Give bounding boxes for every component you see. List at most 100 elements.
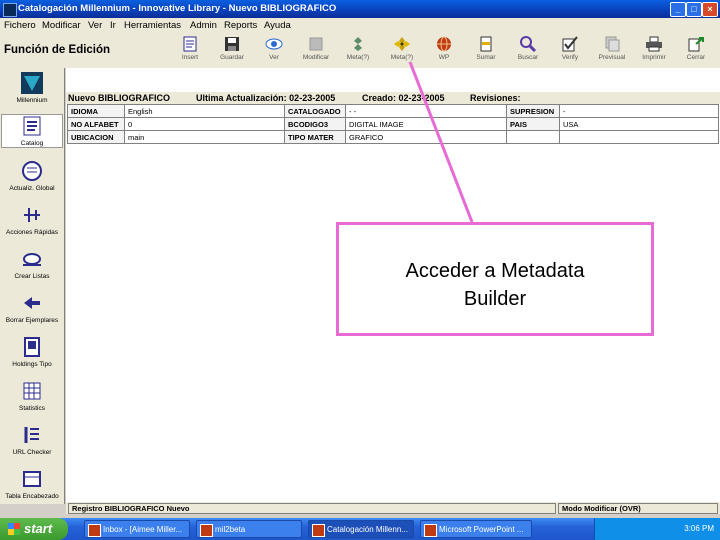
field-label: PAIS <box>506 117 560 131</box>
search-button[interactable]: Buscar <box>510 36 546 66</box>
taskbar-item-catalogacion[interactable]: Catalogación Millenn... <box>308 520 414 538</box>
field-value[interactable] <box>559 130 719 144</box>
verify-icon <box>562 36 578 52</box>
field-value[interactable]: GRAFICO <box>345 130 507 144</box>
field-label: IDIOMA <box>67 104 125 118</box>
menu-ir[interactable]: Ir <box>110 20 116 31</box>
field-value[interactable]: - <box>559 104 719 118</box>
preview-label: Previsual <box>598 54 626 61</box>
minimize-button[interactable]: _ <box>670 2 686 17</box>
sidebar-item-label: Acciones Rápidas <box>5 229 59 236</box>
insert-button[interactable]: Insert <box>172 36 208 66</box>
field-label: SUPRESION <box>506 104 560 118</box>
close-button[interactable]: × <box>702 2 718 17</box>
search-icon <box>520 36 537 52</box>
menu-admin[interactable]: Admin <box>190 20 217 31</box>
taskbar-item-inbox[interactable]: Inbox - [Aimee Miller... <box>84 520 190 538</box>
callout-box: Acceder a Metadata Builder <box>336 222 654 336</box>
task-label: Inbox - [Aimee Miller... <box>103 525 183 534</box>
taskbar-item-mil2beta[interactable]: mil2beta <box>196 520 302 538</box>
start-button[interactable]: start <box>0 518 68 540</box>
preview-icon <box>605 36 620 52</box>
function-title: Función de Edición <box>4 44 111 56</box>
sidebar-item-holdings[interactable]: Holdings Tipo <box>0 336 64 368</box>
metadata-builder-icon <box>394 37 410 51</box>
summary-icon <box>480 36 492 52</box>
callout-line-2: Builder <box>463 288 527 310</box>
url-checker-icon <box>24 427 39 443</box>
insert-label: Insert <box>181 54 199 61</box>
window-title: Catalogación Millennium - Innovative Lib… <box>18 3 337 14</box>
callout-text: Acceder a Metadata Builder <box>339 257 651 313</box>
sidebar-item-create-lists[interactable]: Crear Listas <box>0 248 64 280</box>
sidebar-item-delete-items[interactable]: Borrar Ejemplares <box>0 292 64 324</box>
title-bar[interactable]: Catalogación Millennium - Innovative Lib… <box>0 0 720 18</box>
menu-fichero[interactable]: Fichero <box>4 20 36 31</box>
status-bar: Registro BIBLIOGRAFICO Nuevo Modo Modifi… <box>66 502 720 514</box>
sidebar-item-global-update[interactable]: Actualiz. Global <box>0 160 64 192</box>
sidebar: Millennium Catalog Actualiz. Global Acci… <box>0 68 65 504</box>
field-value[interactable]: 0 <box>124 117 285 131</box>
task-label: mil2beta <box>215 525 246 534</box>
field-label: BCODIGO3 <box>284 117 346 131</box>
metadata-label: Meta(?) <box>346 54 370 61</box>
metadata-icon <box>354 37 362 51</box>
field-label: NO ALFABET <box>67 117 125 131</box>
sidebar-item-statistics[interactable]: Statistics <box>0 380 64 412</box>
menu-ayuda[interactable]: Ayuda <box>264 20 291 31</box>
sidebar-item-rapid-actions[interactable]: Acciones Rápidas <box>0 204 64 236</box>
preview-button[interactable]: Previsual <box>594 36 630 66</box>
sidebar-item-label: Millennium <box>16 97 48 104</box>
field-label: UBICACION <box>67 130 125 144</box>
sidebar-item-catalog[interactable]: Catalog <box>1 114 63 148</box>
sidebar-item-millennium[interactable]: Millennium <box>0 72 64 104</box>
delete-items-icon <box>24 297 40 309</box>
print-label: Imprimir <box>642 54 666 61</box>
sidebar-item-url-checker[interactable]: URL Checker <box>0 424 64 456</box>
web-button[interactable]: WP <box>426 36 462 66</box>
catalog-icon <box>23 116 41 136</box>
summary-button[interactable]: Sumar <box>468 36 504 66</box>
last-update: Ultima Actualización: 02-23-2005 <box>196 93 336 103</box>
search-label: Buscar <box>517 54 539 61</box>
sidebar-item-label: Actualiz. Global <box>9 185 55 192</box>
modify-button[interactable]: Modificar <box>298 36 334 66</box>
maximize-button[interactable]: □ <box>686 2 702 17</box>
app-icon <box>3 3 17 17</box>
save-icon <box>225 37 239 51</box>
field-value[interactable]: - - <box>345 104 507 118</box>
record-header: Nuevo BIBLIOGRAFICO Ultima Actualización… <box>66 92 720 104</box>
field-value[interactable]: main <box>124 130 285 144</box>
insert-icon <box>183 36 197 52</box>
start-label: start <box>24 521 53 536</box>
task-label: Microsoft PowerPoint ... <box>439 525 524 534</box>
menu-modificar[interactable]: Modificar <box>42 20 81 31</box>
callout-line-1: Acceder a Metadata <box>405 260 585 282</box>
field-value[interactable]: USA <box>559 117 719 131</box>
metadata-builder-button[interactable]: Meta(?) <box>384 36 420 66</box>
menu-herramientas[interactable]: Herramientas <box>124 20 181 31</box>
sidebar-item-headings-table[interactable]: Tabla Encabezado <box>0 468 64 500</box>
web-icon <box>437 36 451 52</box>
field-value[interactable]: DIGITAL IMAGE <box>345 117 507 131</box>
field-label: TIPO MATER <box>284 130 346 144</box>
status-right: Modo Modificar (OVR) <box>558 503 718 514</box>
system-tray: 3:06 PM <box>594 518 720 540</box>
view-icon <box>265 38 283 50</box>
sidebar-item-label: Borrar Ejemplares <box>5 317 59 324</box>
field-value[interactable]: English <box>124 104 285 118</box>
save-button[interactable]: Guardar <box>214 36 250 66</box>
close-record-button[interactable]: Cerrar <box>678 36 714 66</box>
taskbar-item-powerpoint[interactable]: Microsoft PowerPoint ... <box>420 520 532 538</box>
clock: 3:06 PM <box>684 524 714 533</box>
verify-button[interactable]: Verify <box>552 36 588 66</box>
print-icon <box>646 36 662 52</box>
menu-reports[interactable]: Reports <box>224 20 257 31</box>
print-button[interactable]: Imprimir <box>636 36 672 66</box>
view-button[interactable]: Ver <box>256 36 292 66</box>
web-label: WP <box>438 54 450 61</box>
menu-ver[interactable]: Ver <box>88 20 102 31</box>
metadata-button[interactable]: Meta(?) <box>340 36 376 66</box>
sidebar-item-label: Statistics <box>18 405 45 412</box>
sidebar-item-label: URL Checker <box>12 449 52 456</box>
